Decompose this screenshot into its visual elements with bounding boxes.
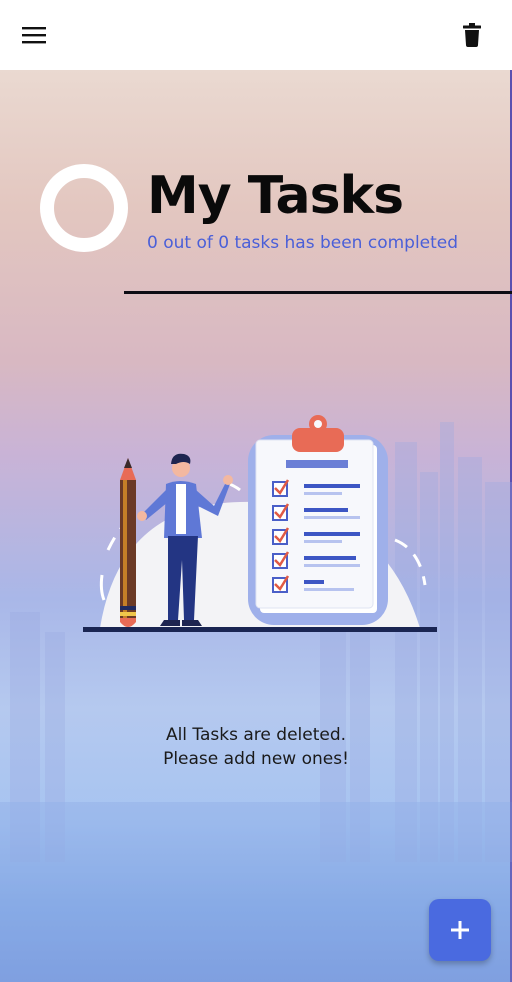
pencil <box>120 458 136 627</box>
delete-all-button[interactable] <box>454 17 490 53</box>
app-bar <box>0 0 512 70</box>
empty-state-message: All Tasks are deleted. Please add new on… <box>0 723 512 771</box>
trash-icon <box>463 23 481 47</box>
divider <box>124 291 512 294</box>
add-task-button[interactable] <box>429 899 491 961</box>
progress-text: 0 out of 0 tasks has been completed <box>147 233 459 253</box>
hamburger-menu-icon <box>22 27 46 44</box>
plus-icon <box>451 921 469 939</box>
progress-ring <box>40 164 128 252</box>
empty-state-line-2: Please add new ones! <box>163 749 349 769</box>
menu-button[interactable] <box>14 17 54 53</box>
app-screen: My Tasks 0 out of 0 tasks has been compl… <box>0 0 512 982</box>
page-title: My Tasks <box>147 166 404 226</box>
empty-state-line-1: All Tasks are deleted. <box>165 725 347 745</box>
empty-state-illustration <box>83 415 437 632</box>
